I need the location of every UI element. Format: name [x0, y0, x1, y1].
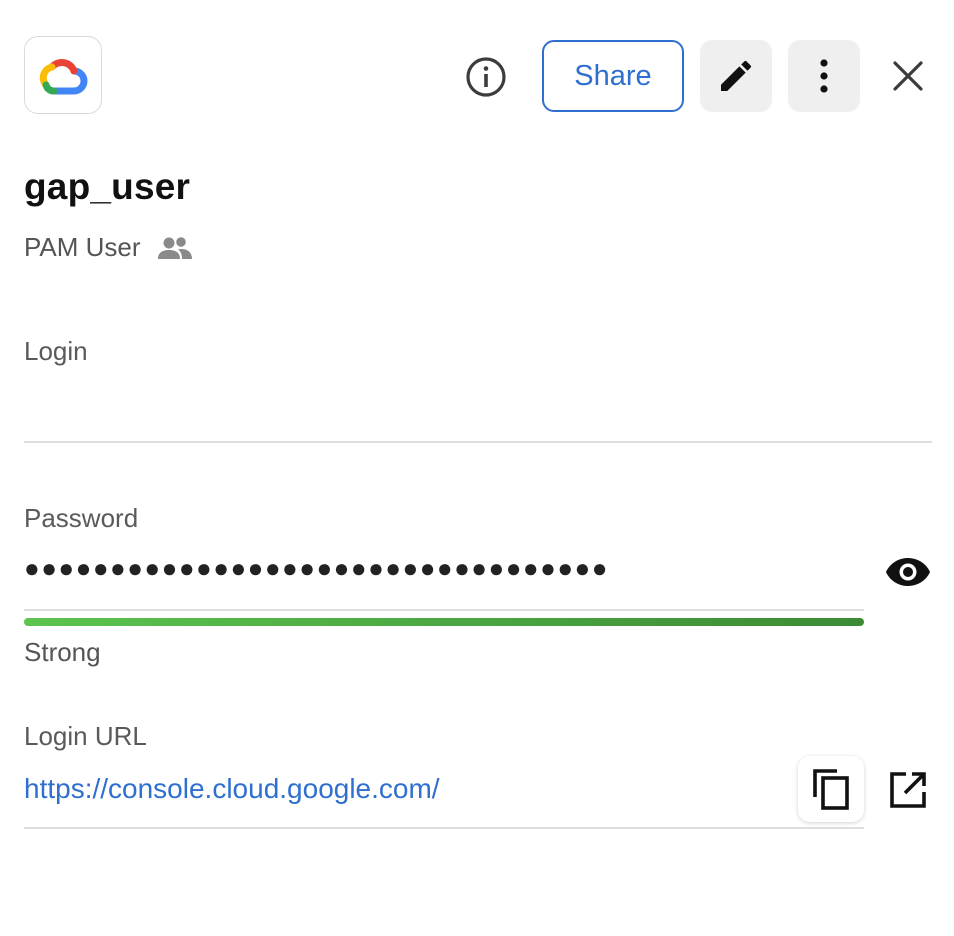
app-logo	[24, 36, 102, 114]
more-vertical-icon	[820, 59, 828, 93]
users-icon	[157, 236, 192, 259]
login-divider	[24, 441, 932, 443]
eye-icon	[886, 558, 930, 586]
login-value[interactable]	[24, 380, 932, 420]
copy-url-button[interactable]	[798, 756, 864, 822]
record-type-label: PAM User	[24, 232, 141, 262]
login-label: Login	[24, 336, 88, 366]
reveal-password-button[interactable]	[884, 550, 932, 594]
login-url-label: Login URL	[24, 721, 147, 751]
record-type: PAM User	[24, 232, 193, 263]
password-divider	[24, 609, 864, 611]
copy-icon	[813, 769, 849, 810]
info-button[interactable]	[464, 55, 508, 99]
open-external-icon	[890, 772, 926, 808]
password-label: Password	[24, 503, 139, 533]
password-strength-label: Strong	[24, 637, 101, 667]
share-button[interactable]: Share	[542, 40, 684, 112]
info-icon	[466, 57, 506, 97]
pencil-icon	[721, 60, 752, 91]
edit-button[interactable]	[700, 40, 772, 112]
password-strength-bar	[24, 618, 864, 626]
more-options-button[interactable]	[788, 40, 860, 112]
record-title: gap_user	[24, 166, 191, 207]
google-cloud-logo-icon	[39, 59, 88, 95]
close-button[interactable]	[884, 52, 932, 100]
login-url-link[interactable]: https://console.cloud.google.com/	[24, 773, 440, 805]
password-value[interactable]: ●●●●●●●●●●●●●●●●●●●●●●●●●●●●●●●●●●	[24, 553, 609, 584]
login-url-divider	[24, 827, 864, 829]
open-url-button[interactable]	[884, 766, 932, 814]
close-icon	[893, 61, 923, 91]
